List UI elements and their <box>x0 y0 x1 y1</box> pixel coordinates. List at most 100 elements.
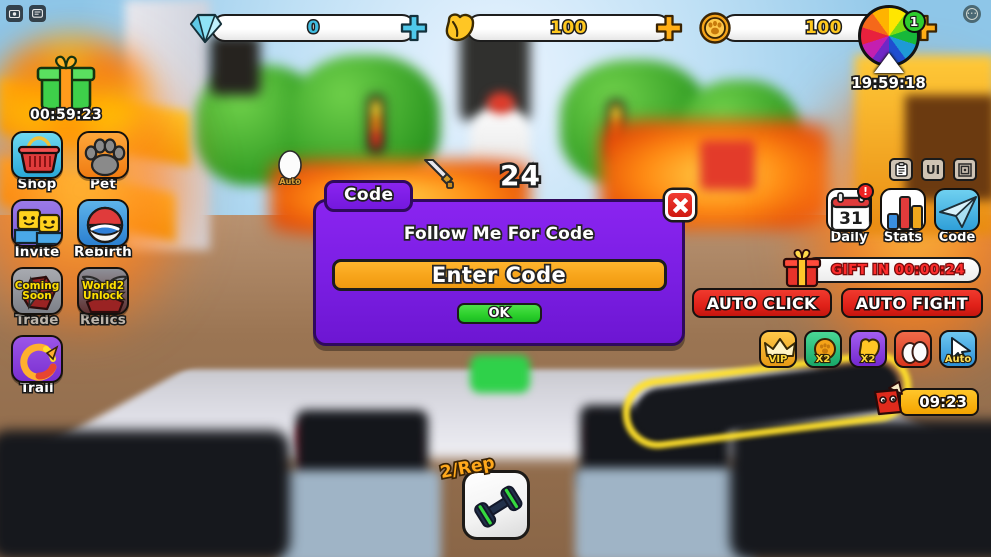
coin-icon <box>695 8 735 48</box>
currency-gems: 0 <box>185 8 428 48</box>
friends-icon <box>11 199 63 247</box>
gem-icon <box>185 8 225 48</box>
boost-vip-tag: VIP <box>767 353 788 366</box>
boost-strength-x2[interactable]: X2 <box>849 330 887 368</box>
sidebar-item-trail[interactable]: Trail <box>4 335 70 398</box>
code-dialog: Code Follow Me For Code OK <box>313 180 695 346</box>
currency-bars: 0 100 100 <box>185 8 938 48</box>
maze-icon[interactable] <box>953 158 977 181</box>
roblox-corner-icons <box>6 5 46 22</box>
trail-icon <box>11 335 63 383</box>
background-center-figure-crest <box>487 92 515 114</box>
background-building-right-dark <box>905 95 991 200</box>
color-wheel-timer: 19:59:18 <box>849 72 927 93</box>
gift-present-icon <box>781 248 823 292</box>
muscle-icon <box>440 8 480 48</box>
boost-auto-clicker[interactable]: Auto <box>939 330 977 368</box>
background-traffic-lamps-1 <box>371 100 381 148</box>
sidebar-item-code[interactable]: Code <box>933 188 981 247</box>
sidebar-item-rebirth[interactable]: Rebirth <box>70 199 136 262</box>
currency-gems-bar: 0 <box>211 14 416 42</box>
currency-strength: 100 <box>440 8 683 48</box>
auto-click-button[interactable]: AUTO CLICK <box>691 288 832 318</box>
currency-strength-plus-button[interactable] <box>654 13 684 43</box>
creature-left-body <box>276 470 441 557</box>
egg-hud: Auto <box>270 145 310 187</box>
rock-icon: Coming Soon <box>11 267 63 315</box>
color-wheel-badge: 1 <box>902 10 926 33</box>
damage-hud: 24 <box>420 155 543 195</box>
creature-right-body <box>575 468 755 557</box>
gift-box-icon <box>33 55 99 111</box>
sidebar-item-stats-label: Stats <box>882 229 923 247</box>
sidebar-item-relics-overlay-line2: Unlock <box>82 290 124 302</box>
code-dialog-tab-label: Code <box>342 183 394 206</box>
currency-strength-value: 100 <box>549 17 589 40</box>
gift-in-timer[interactable]: GIFT IN 00:00:24 <box>781 248 981 292</box>
right-sidebar-buttons: ! 31 Daily Stats Code <box>825 183 981 247</box>
pokeball-icon <box>77 199 129 247</box>
gift-timer-text: 00:59:23 <box>28 105 103 124</box>
sidebar-item-invite[interactable]: Invite <box>4 199 70 262</box>
sidebar-item-relics-overlay: World2 Unlock <box>79 269 127 313</box>
gift-in-timer-text: GIFT IN 00:00:24 <box>830 261 966 280</box>
auto-fight-label: AUTO FIGHT <box>854 292 969 314</box>
bar-chart-icon <box>880 188 926 232</box>
sidebar-item-pet[interactable]: Pet <box>70 131 136 194</box>
auto-buttons-row: AUTO CLICK AUTO FIGHT <box>691 288 983 318</box>
sidebar-item-shop[interactable]: Shop <box>4 131 70 194</box>
paper-plane-icon <box>934 188 980 232</box>
chat-icon[interactable] <box>29 5 46 22</box>
paw-icon <box>77 131 129 179</box>
eggs-icon <box>901 341 929 364</box>
pet-timer[interactable]: 09:23 <box>869 378 979 426</box>
roblox-menu-icon[interactable]: ••• <box>963 5 981 23</box>
boost-coins-x2-tag: X2 <box>815 353 832 366</box>
currency-gems-plus-button[interactable] <box>399 13 429 43</box>
sidebar-item-stats[interactable]: Stats <box>879 188 927 247</box>
auto-fight-button[interactable]: AUTO FIGHT <box>840 288 983 318</box>
mini-icon-row: UI <box>889 158 977 181</box>
boost-eggs[interactable] <box>894 330 932 368</box>
currency-coins-value: 100 <box>804 17 844 40</box>
sword-icon <box>420 155 456 195</box>
ui-toggle-label: UI <box>925 162 941 177</box>
sidebar-item-trade-overlay: Coming Soon <box>13 269 61 313</box>
sidebar-item-relics[interactable]: World2 Unlock Relics <box>70 267 136 330</box>
creature-far-left <box>0 430 290 557</box>
code-dialog-title: Follow Me For Code <box>402 222 595 245</box>
ui-toggle-icon[interactable]: UI <box>921 158 945 181</box>
game-screen: ••• 0 100 100 00:59:23 Shop Pet Invite R… <box>0 0 991 557</box>
sidebar-item-trade-overlay-line2: Soon <box>21 290 53 302</box>
pet-timer-text: 09:23 <box>918 392 969 413</box>
boost-auto-clicker-tag: Auto <box>944 353 973 366</box>
item-card[interactable]: 2/Rep <box>437 451 530 540</box>
currency-gems-value: 0 <box>306 17 321 40</box>
sidebar-item-trade[interactable]: Coming Soon Trade <box>4 267 70 330</box>
camera-icon[interactable] <box>6 5 23 22</box>
boost-strength-x2-tag: X2 <box>860 353 877 366</box>
dumbbell-icon <box>462 470 530 540</box>
color-wheel-pointer-icon <box>873 53 904 73</box>
sidebar-item-code-label: Code <box>937 229 977 247</box>
red-pet-icon <box>869 378 913 426</box>
currency-strength-bar: 100 <box>466 14 671 42</box>
boost-icons-row: VIP X2 X2 Auto <box>759 330 977 368</box>
damage-value: 24 <box>498 156 543 194</box>
svg-text:31: 31 <box>839 209 863 229</box>
code-dialog-tab: Code <box>324 180 414 212</box>
clipboard-icon[interactable] <box>889 158 913 181</box>
creature-far-right <box>730 420 991 557</box>
close-x-icon[interactable] <box>665 190 695 220</box>
gift-timer-block[interactable]: 00:59:23 <box>0 37 146 147</box>
basket-icon <box>11 131 63 179</box>
color-wheel-widget[interactable]: 1 19:59:18 <box>841 5 936 94</box>
daily-alert-badge: ! <box>857 183 874 200</box>
boost-coins-x2[interactable]: X2 <box>804 330 842 368</box>
boost-vip[interactable]: VIP <box>759 330 797 368</box>
sidebar-item-daily[interactable]: ! 31 Daily <box>825 183 874 247</box>
left-sidebar-buttons: Shop Pet Invite Rebirth Coming Soon Trad… <box>4 131 144 403</box>
code-input[interactable] <box>331 259 667 291</box>
ok-button[interactable]: OK <box>456 303 542 324</box>
auto-click-label: AUTO CLICK <box>705 292 818 314</box>
